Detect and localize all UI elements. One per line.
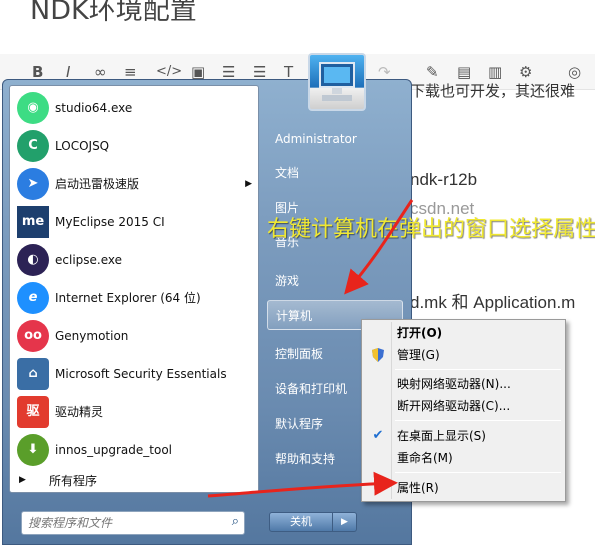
- context-item-label: 属性(R): [397, 481, 439, 495]
- program-item[interactable]: ◐ eclipse.exe: [14, 242, 254, 278]
- context-item-label: 管理(G): [397, 348, 440, 362]
- context-item-rename[interactable]: 重命名(M): [364, 447, 563, 469]
- locojsq-icon: C: [17, 130, 49, 162]
- mse-icon: ⌂: [17, 358, 49, 390]
- shield-icon: [370, 347, 386, 363]
- context-item-label: 断开网络驱动器(C)...: [397, 399, 511, 413]
- program-label: Genymotion: [55, 329, 129, 343]
- program-label: 启动迅雷极速版: [55, 177, 140, 191]
- start-menu: ◉ studio64.exe C LOCOJSQ ➤ 启动迅雷极速版 ▶ me …: [2, 53, 412, 545]
- program-item[interactable]: 驱 驱动精灵: [14, 394, 254, 430]
- context-item-label: 重命名(M): [397, 451, 453, 465]
- program-label: innos_upgrade_tool: [55, 443, 172, 457]
- context-item-disconnect-drive[interactable]: 断开网络驱动器(C)...: [364, 395, 563, 417]
- eclipse-icon: ◐: [17, 244, 49, 276]
- background-text-2: ndk-r12b: [410, 170, 478, 189]
- menu-separator: [395, 472, 561, 473]
- program-item[interactable]: ➤ 启动迅雷极速版 ▶: [14, 166, 254, 202]
- search-icon[interactable]: ⌕: [232, 514, 239, 529]
- triangle-right-icon: ▶: [19, 475, 26, 485]
- thunder-icon: ➤: [17, 168, 49, 200]
- context-item-map-drive[interactable]: 映射网络驱动器(N)...: [364, 373, 563, 395]
- menu-separator: [395, 420, 561, 421]
- programs-panel: ◉ studio64.exe C LOCOJSQ ➤ 启动迅雷极速版 ▶ me …: [9, 85, 259, 493]
- checkmark-icon: ✔: [372, 428, 384, 443]
- ie-icon: e: [17, 282, 49, 314]
- context-item-label: 打开(O): [397, 326, 443, 340]
- user-picture[interactable]: [308, 53, 366, 111]
- all-programs-button[interactable]: ▶ 所有程序: [9, 472, 239, 496]
- program-label: Microsoft Security Essentials: [55, 367, 227, 381]
- shutdown-options-button[interactable]: ▶: [333, 512, 357, 532]
- edit-icon[interactable]: ✎: [426, 62, 439, 82]
- context-item-open[interactable]: 打开(O): [364, 322, 563, 344]
- program-item[interactable]: oo Genymotion: [14, 318, 254, 354]
- program-label: MyEclipse 2015 CI: [55, 215, 165, 229]
- context-item-label: 映射网络驱动器(N)...: [397, 377, 511, 391]
- context-item-label: 在桌面上显示(S): [397, 429, 486, 443]
- program-item[interactable]: ⬇ innos_upgrade_tool: [14, 432, 254, 468]
- annotation-text: 右键计算机在弹出的窗口选择属性: [267, 217, 595, 242]
- chevron-right-icon: ▶: [341, 517, 348, 527]
- menu-games[interactable]: 游戏: [267, 266, 403, 296]
- driver-genius-icon: 驱: [17, 396, 49, 428]
- program-item[interactable]: me MyEclipse 2015 CI: [14, 204, 254, 240]
- context-item-manage[interactable]: 管理(G): [364, 344, 563, 366]
- submenu-arrow-icon: ▶: [245, 179, 252, 189]
- context-item-show-on-desktop[interactable]: ✔ 在桌面上显示(S): [364, 425, 563, 447]
- search-box[interactable]: ⌕: [21, 511, 245, 535]
- program-item[interactable]: e Internet Explorer (64 位): [14, 280, 254, 316]
- program-item[interactable]: ⌂ Microsoft Security Essentials: [14, 356, 254, 392]
- shutdown-button[interactable]: 关机: [269, 512, 333, 532]
- program-label: LOCOJSQ: [55, 139, 110, 153]
- menu-user-administrator[interactable]: Administrator: [267, 124, 403, 154]
- program-label: 驱动精灵: [55, 405, 104, 419]
- monitor-icon: [319, 62, 355, 101]
- program-item[interactable]: ◉ studio64.exe: [14, 90, 254, 126]
- all-programs-label: 所有程序: [49, 474, 98, 488]
- myeclipse-icon: me: [17, 206, 49, 238]
- globe-icon[interactable]: ◎: [568, 62, 581, 82]
- menu-documents[interactable]: 文档: [267, 158, 403, 188]
- download-icon: ⬇: [17, 434, 49, 466]
- program-label: studio64.exe: [55, 101, 133, 115]
- program-item[interactable]: C LOCOJSQ: [14, 128, 254, 164]
- context-menu: 打开(O) 管理(G) 映射网络驱动器(N)... 断开网络驱动器(C)... …: [361, 319, 566, 502]
- program-label: Internet Explorer (64 位): [55, 291, 201, 305]
- context-item-properties[interactable]: 属性(R): [364, 477, 563, 499]
- search-input[interactable]: [28, 514, 218, 532]
- background-text-4: d.mk 和 Application.m: [410, 293, 576, 312]
- save-icon[interactable]: ▤: [457, 62, 471, 82]
- page-title: NDK环境配置: [30, 0, 197, 26]
- settings-icon[interactable]: ⚙: [519, 62, 532, 82]
- menu-separator: [395, 369, 561, 370]
- program-label: eclipse.exe: [55, 253, 123, 267]
- android-studio-icon: ◉: [17, 92, 49, 124]
- document-icon[interactable]: ▥: [488, 62, 502, 82]
- genymotion-icon: oo: [17, 320, 49, 352]
- background-text-1: 下载也可开发，其还很难: [410, 83, 576, 100]
